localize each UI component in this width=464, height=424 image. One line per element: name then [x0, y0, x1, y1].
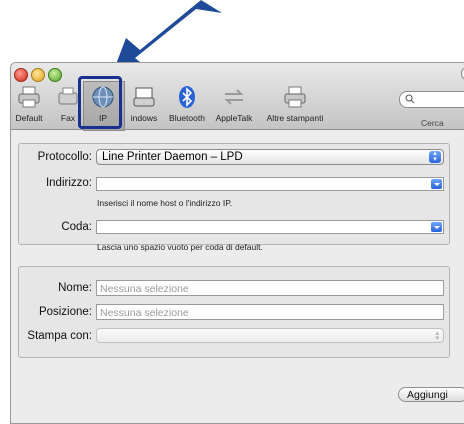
- name-input[interactable]: Nessuna selezione: [96, 280, 444, 296]
- tool-label: AppleTalk: [215, 113, 253, 123]
- address-hint: Inserisci il nome host o l'indirizzo IP.: [97, 198, 233, 208]
- ip-highlight-frame: [78, 76, 122, 129]
- address-input[interactable]: [96, 177, 444, 191]
- protocol-value: Line Printer Daemon – LPD: [102, 151, 243, 163]
- minimize-button[interactable]: [31, 68, 45, 82]
- queue-label: Coda:: [61, 221, 92, 233]
- queue-hint: Lascia uno spazio vuoto per coda di defa…: [97, 242, 263, 252]
- name-placeholder: Nessuna selezione: [100, 283, 189, 295]
- tool-label: Default: [15, 113, 43, 123]
- bluetooth-icon: [179, 86, 195, 108]
- stepper-icon: ▴ ▾: [435, 330, 439, 342]
- location-input[interactable]: Nessuna selezione: [96, 304, 444, 320]
- stepper-icon: ▴ ▾: [429, 150, 441, 163]
- location-label: Posizione:: [38, 306, 92, 318]
- print-with-select[interactable]: ▴ ▾: [96, 328, 444, 343]
- tool-label: Altre stampanti: [266, 113, 324, 123]
- chevron-down-icon[interactable]: [431, 222, 442, 232]
- location-placeholder: Nessuna selezione: [100, 307, 189, 319]
- tool-bluetooth[interactable]: Bluetooth: [165, 85, 209, 127]
- tool-appletalk[interactable]: AppleTalk: [211, 85, 257, 127]
- search-label: Cerca: [421, 118, 444, 128]
- name-label: Nome:: [58, 282, 92, 294]
- address-label: Indirizzo:: [45, 177, 92, 189]
- tool-label: indows: [130, 113, 158, 123]
- queue-input[interactable]: [96, 220, 444, 234]
- search-field[interactable]: [399, 91, 464, 108]
- printer-icon: [284, 86, 306, 108]
- print-with-label: Stampa con:: [27, 330, 92, 342]
- search-icon: [405, 94, 415, 104]
- printer-icon: [18, 86, 40, 108]
- chevron-down-icon[interactable]: [431, 179, 442, 189]
- tool-default[interactable]: Default: [11, 85, 49, 127]
- appletalk-icon: [224, 89, 244, 105]
- tool-label: Bluetooth: [169, 113, 205, 123]
- close-button[interactable]: [14, 68, 28, 82]
- tool-other-printers[interactable]: Altre stampanti: [257, 85, 333, 127]
- zoom-button[interactable]: [48, 68, 62, 82]
- add-button[interactable]: Aggiungi: [398, 387, 464, 402]
- fax-icon: [58, 87, 78, 105]
- protocol-select[interactable]: Line Printer Daemon – LPD ▴ ▾: [96, 149, 444, 165]
- windows-printer-icon: [133, 87, 155, 107]
- protocol-label: Protocollo:: [37, 151, 92, 163]
- tool-windows[interactable]: indows: [127, 85, 161, 127]
